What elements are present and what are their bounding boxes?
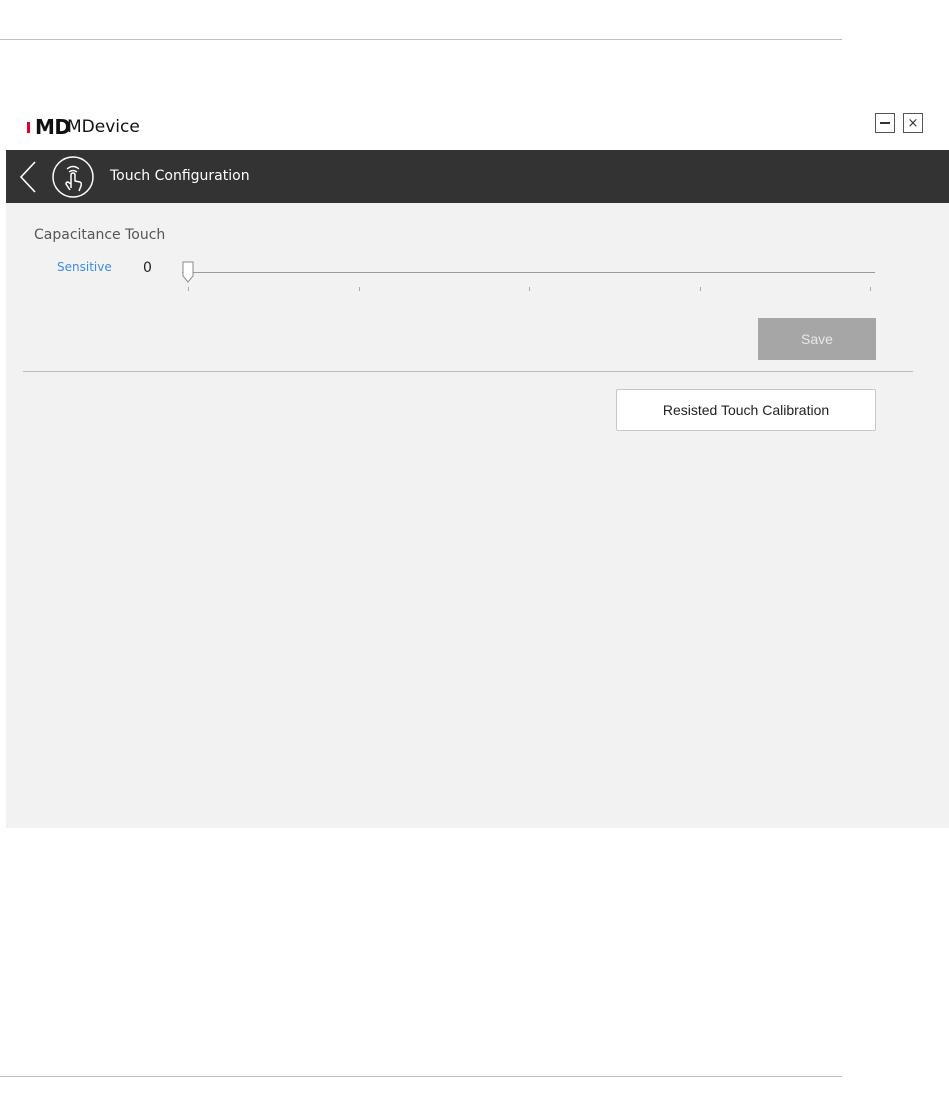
page-top-rule	[0, 39, 842, 40]
logo-red-mark	[27, 121, 30, 133]
title-bar: MD MDevice ×	[6, 106, 949, 150]
sensitivity-slider[interactable]	[182, 258, 877, 298]
section-divider	[23, 371, 913, 372]
app-name: MDevice	[67, 117, 140, 137]
app-logo: MD	[27, 114, 71, 140]
app-window: MD MDevice × Touch Configuration Capacit…	[6, 106, 949, 828]
save-button[interactable]: Save	[758, 318, 876, 360]
resisted-touch-calibration-button[interactable]: Resisted Touch Calibration	[616, 389, 876, 431]
page-header: Touch Configuration	[6, 150, 949, 203]
sensitive-label: Sensitive	[57, 260, 112, 274]
touch-hand-icon	[52, 156, 94, 198]
page-bottom-rule	[0, 1076, 842, 1077]
slider-thumb[interactable]	[182, 261, 194, 283]
close-button[interactable]: ×	[903, 113, 923, 133]
sensitive-value: 0	[143, 260, 152, 276]
slider-tick	[359, 287, 360, 291]
page-title: Touch Configuration	[110, 168, 250, 184]
minimize-icon	[880, 122, 890, 124]
close-icon: ×	[907, 115, 919, 131]
content-area: Capacitance Touch Sensitive 0 Save Resis…	[6, 203, 949, 828]
slider-tick	[529, 287, 530, 291]
slider-tick	[188, 287, 189, 291]
capacitance-touch-heading: Capacitance Touch	[34, 227, 166, 243]
slider-tick	[870, 287, 871, 291]
back-button[interactable]	[16, 159, 40, 195]
slider-tick	[700, 287, 701, 291]
logo-text: MD	[35, 115, 71, 139]
slider-track[interactable]	[182, 272, 875, 273]
minimize-button[interactable]	[875, 113, 895, 133]
chevron-left-icon	[19, 161, 36, 193]
